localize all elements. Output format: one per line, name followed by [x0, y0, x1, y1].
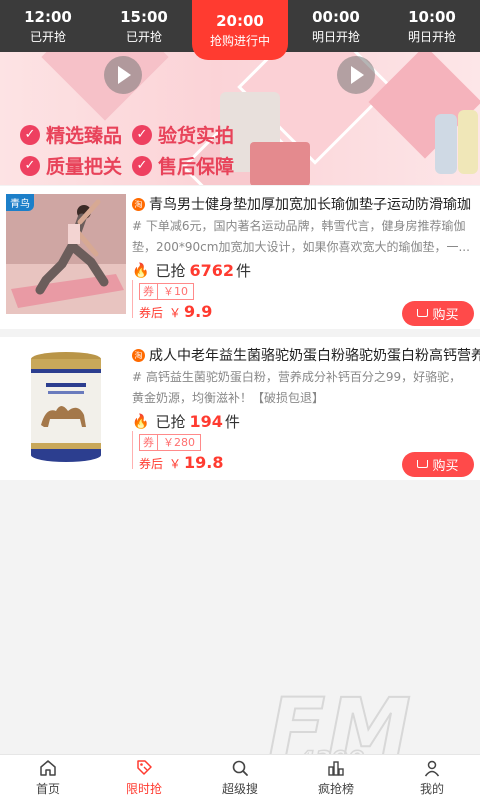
coupon-label: 券 [140, 435, 158, 450]
time-slot-15[interactable]: 15:00 已开抢 [96, 0, 192, 52]
tab-flash-sale[interactable]: 限时抢 [96, 755, 192, 800]
product-image-camel-milk-powder[interactable] [6, 345, 126, 465]
flame-icon: 🔥 [132, 413, 150, 430]
slot-time: 15:00 [120, 7, 168, 26]
tab-label: 限时抢 [125, 782, 162, 796]
bottom-tab-bar: 首页 限时抢 超级搜 疯抢榜 我的 [0, 754, 480, 800]
cart-icon [417, 459, 429, 468]
home-icon [40, 760, 56, 776]
sold-unit: 件 [235, 262, 251, 280]
ranking-icon [328, 761, 344, 776]
coupon-label: 券 [140, 284, 158, 299]
product-card[interactable]: 淘 成人中老年益生菌骆驼奶蛋白粉骆驼奶蛋白粉高钙营养 # 高钙益生菌驼奶蛋白粉，… [0, 337, 480, 480]
coupon-block: 券 ￥10 券后 ￥ 9.9 [132, 280, 212, 321]
coupon-badge[interactable]: 券 ￥280 [139, 434, 201, 451]
tab-ranking[interactable]: 疯抢榜 [288, 755, 384, 800]
slot-status: 已开抢 [29, 29, 66, 44]
tab-label: 疯抢榜 [317, 782, 354, 796]
currency-symbol: ￥ [169, 306, 182, 320]
tag-icon [137, 760, 152, 775]
banner-product-decor [435, 114, 457, 174]
tab-super-search[interactable]: 超级搜 [192, 755, 288, 800]
slot-status: 明日开抢 [311, 29, 360, 44]
banner-feature-label: 售后保障 [158, 156, 235, 178]
buy-label: 购买 [432, 308, 459, 323]
brand-badge-label: 青鸟 [10, 199, 30, 210]
banner-feature: ✓ 质量把关 [20, 152, 122, 179]
slot-status: 已开抢 [125, 29, 162, 44]
time-slot-00[interactable]: 00:00 明日开抢 [288, 0, 384, 52]
product-image-yoga-mat[interactable]: 青鸟 [6, 194, 126, 314]
buy-label: 购买 [432, 459, 459, 474]
coupon-block: 券 ￥280 券后 ￥ 19.8 [132, 431, 224, 472]
banner-feature-label: 质量把关 [46, 156, 123, 178]
after-coupon-price: 券后 ￥ 9.9 [139, 302, 212, 321]
promo-banner[interactable]: ✓ 精选臻品 ✓ 验货实拍 ✓ 质量把关 ✓ 售后保障 [0, 52, 480, 185]
sold-count: 🔥 已抢 6762 件 [132, 260, 251, 281]
slot-time: 12:00 [24, 7, 72, 26]
sold-number: 194 [189, 412, 223, 431]
banner-feature-label: 精选臻品 [46, 125, 123, 147]
after-coupon-price: 券后 ￥ 19.8 [139, 453, 224, 472]
banner-diamond-decor [41, 52, 169, 121]
sold-unit: 件 [224, 413, 240, 431]
taobao-icon: 淘 [132, 197, 145, 211]
slot-time: 00:00 [312, 7, 360, 26]
coupon-value: ￥280 [163, 436, 195, 449]
product-description: # 高钙益生菌驼奶蛋白粉，营养成分补钙百分之99，好骆驼，黄金奶源，均衡滋补！【… [132, 370, 462, 405]
tab-mine[interactable]: 我的 [384, 755, 480, 800]
banner-product-decor [458, 110, 478, 174]
coupon-badge[interactable]: 券 ￥10 [139, 283, 194, 300]
price: 9.9 [184, 302, 213, 321]
time-slot-12[interactable]: 12:00 已开抢 [0, 0, 96, 52]
taobao-icon: 淘 [132, 348, 145, 362]
sold-count: 🔥 已抢 194 件 [132, 411, 240, 432]
play-icon[interactable] [104, 56, 142, 94]
sold-prefix: 已抢 [155, 262, 186, 280]
price: 19.8 [184, 453, 224, 472]
currency-symbol: ￥ [169, 457, 182, 471]
banner-feature-label: 验货实拍 [158, 125, 235, 147]
after-label: 券后 [139, 457, 164, 471]
brand-badge: 青鸟 [6, 194, 34, 211]
banner-feature: ✓ 精选臻品 [20, 121, 122, 148]
buy-button[interactable]: 购买 [402, 452, 474, 477]
time-slot-20-active[interactable]: 20:00 抢购进行中 [192, 0, 288, 60]
cart-icon [417, 308, 429, 317]
product-title[interactable]: 淘 青鸟男士健身垫加厚加宽加长瑜伽垫子运动防滑瑜珈 [132, 194, 480, 214]
sold-prefix: 已抢 [155, 413, 186, 431]
slot-time: 10:00 [408, 7, 456, 26]
coupon-value: ￥10 [163, 285, 188, 298]
slot-status: 抢购进行中 [209, 33, 270, 48]
check-icon: ✓ [20, 124, 40, 145]
tab-label: 我的 [419, 782, 444, 796]
product-card[interactable]: 青鸟 淘 青鸟男士健身垫加厚加宽加长瑜伽垫子运动防滑瑜珈 # 下单减6元，国内著… [0, 186, 480, 329]
tab-home[interactable]: 首页 [0, 755, 96, 800]
check-icon: ✓ [132, 124, 152, 145]
sold-number: 6762 [189, 261, 234, 280]
banner-feature: ✓ 售后保障 [132, 152, 234, 179]
product-title-text: 成人中老年益生菌骆驼奶蛋白粉骆驼奶蛋白粉高钙营养 [149, 348, 480, 364]
product-title-text: 青鸟男士健身垫加厚加宽加长瑜伽垫子运动防滑瑜珈 [149, 197, 471, 213]
slot-status: 明日开抢 [407, 29, 456, 44]
time-slot-bar: 12:00 已开抢 15:00 已开抢 20:00 抢购进行中 00:00 明日… [0, 0, 480, 60]
check-icon: ✓ [132, 155, 152, 176]
search-icon [232, 760, 248, 776]
flame-icon: 🔥 [132, 262, 150, 279]
time-slot-10[interactable]: 10:00 明日开抢 [384, 0, 480, 52]
banner-feature: ✓ 验货实拍 [132, 121, 234, 148]
play-icon[interactable] [337, 56, 375, 94]
product-title[interactable]: 淘 成人中老年益生菌骆驼奶蛋白粉骆驼奶蛋白粉高钙营养 [132, 345, 480, 365]
tab-label: 首页 [35, 782, 60, 796]
banner-product-decor [250, 142, 310, 185]
check-icon: ✓ [20, 155, 40, 176]
product-description: # 下单减6元，国内著名运动品牌，韩雪代言，健身房推荐瑜伽垫，200*90cm加… [132, 219, 470, 254]
tab-label: 超级搜 [221, 782, 258, 796]
after-label: 券后 [139, 306, 164, 320]
buy-button[interactable]: 购买 [402, 301, 474, 326]
slot-time: 20:00 [216, 11, 264, 30]
user-icon [424, 760, 440, 777]
